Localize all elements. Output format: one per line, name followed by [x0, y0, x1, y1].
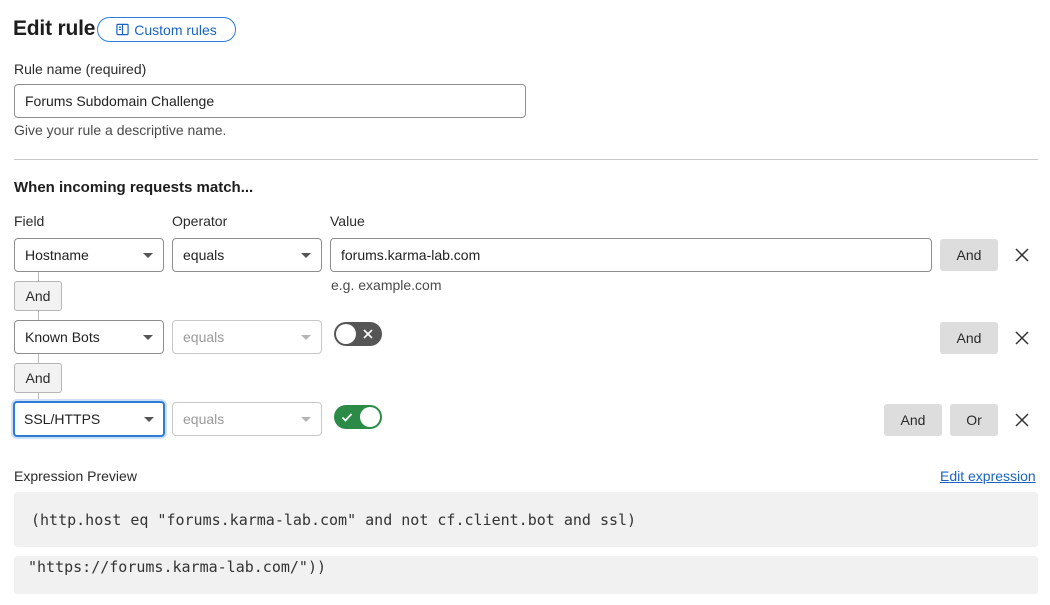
close-icon — [1015, 413, 1029, 427]
close-icon — [1015, 331, 1029, 345]
edit-expression-link[interactable]: Edit expression — [940, 468, 1036, 484]
known-bots-toggle[interactable] — [334, 322, 382, 346]
close-icon — [1015, 248, 1029, 262]
expression-line-1: (http.host eq "forums.karma-lab.com" and… — [31, 511, 637, 529]
and-button-row3[interactable]: And — [884, 404, 942, 436]
operator-select-value: equals — [183, 247, 225, 263]
rule-name-label: Rule name (required) — [14, 61, 147, 77]
chevron-down-icon — [301, 334, 311, 340]
connector-and-2: And — [14, 363, 62, 393]
page-title: Edit rule — [13, 17, 96, 40]
remove-row3-button[interactable] — [1012, 410, 1032, 430]
value-input-hostname[interactable]: forums.karma-lab.com — [330, 238, 932, 272]
check-icon — [341, 413, 353, 422]
rule-name-value: Forums Subdomain Challenge — [25, 93, 215, 109]
field-select-known-bots[interactable]: Known Bots — [14, 320, 164, 354]
custom-rules-label: Custom rules — [134, 21, 217, 38]
operator-select-value: equals — [183, 329, 225, 345]
column-field: Field — [14, 213, 45, 229]
column-value: Value — [330, 213, 365, 229]
operator-select-known-bots: equals — [172, 320, 322, 354]
operator-select-hostname[interactable]: equals — [172, 238, 322, 272]
rule-name-help: Give your rule a descriptive name. — [14, 122, 227, 138]
book-icon — [116, 23, 129, 36]
rule-name-input[interactable]: Forums Subdomain Challenge — [14, 84, 526, 118]
chevron-down-icon — [144, 416, 154, 422]
operator-select-ssl-https: equals — [172, 402, 322, 436]
expression-preview-label: Expression Preview — [14, 468, 137, 484]
or-button-row3[interactable]: Or — [950, 404, 998, 436]
expression-overflow-box: "https://forums.karma-lab.com/")) — [14, 556, 1038, 594]
and-button-row1[interactable]: And — [940, 239, 998, 271]
custom-rules-button[interactable]: Custom rules — [97, 17, 236, 42]
toggle-knob — [336, 324, 356, 344]
field-select-value: SSL/HTTPS — [24, 411, 101, 427]
and-button-row2[interactable]: And — [940, 322, 998, 354]
column-operator: Operator — [172, 213, 228, 229]
x-icon — [363, 329, 373, 339]
value-hint: e.g. example.com — [331, 277, 442, 293]
field-select-value: Hostname — [25, 247, 89, 263]
expression-preview-box: (http.host eq "forums.karma-lab.com" and… — [14, 492, 1038, 547]
connector-and-1: And — [14, 281, 62, 311]
remove-row2-button[interactable] — [1012, 328, 1032, 348]
operator-select-value: equals — [183, 411, 225, 427]
field-select-value: Known Bots — [25, 329, 100, 345]
chevron-down-icon — [301, 252, 311, 258]
toggle-knob — [360, 407, 380, 427]
field-select-ssl-https[interactable]: SSL/HTTPS — [13, 401, 165, 437]
ssl-https-toggle[interactable] — [334, 405, 382, 429]
remove-row1-button[interactable] — [1012, 245, 1032, 265]
chevron-down-icon — [301, 416, 311, 422]
field-select-hostname[interactable]: Hostname — [14, 238, 164, 272]
chevron-down-icon — [143, 334, 153, 340]
divider — [14, 159, 1038, 160]
match-section-title: When incoming requests match... — [14, 179, 254, 196]
value-input-text: forums.karma-lab.com — [341, 247, 481, 263]
expression-line-2: "https://forums.karma-lab.com/")) — [28, 558, 327, 576]
chevron-down-icon — [143, 252, 153, 258]
